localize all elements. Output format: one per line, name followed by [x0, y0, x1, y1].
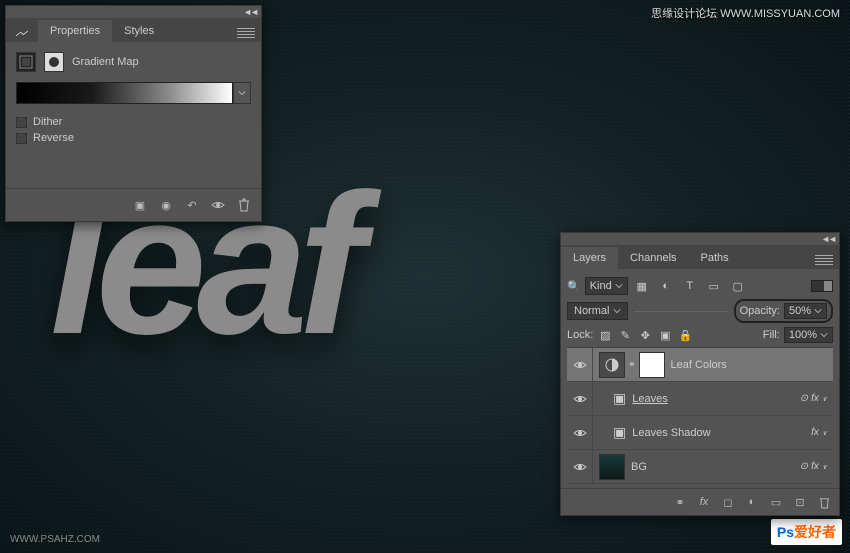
- collapse-icon[interactable]: ◄◄: [821, 234, 835, 244]
- filter-adjustment-icon[interactable]: ◐: [656, 277, 676, 295]
- layer-leaves-shadow[interactable]: ▣ Leaves Shadow fx ∨: [567, 416, 833, 450]
- gradient-dropdown[interactable]: [233, 82, 251, 104]
- layer-mask-icon[interactable]: ◻: [717, 493, 739, 511]
- reset-icon[interactable]: ↶: [181, 195, 203, 215]
- mask-thumb[interactable]: [639, 352, 665, 378]
- layer-style-icon[interactable]: fx: [693, 493, 715, 511]
- lock-artboard-icon[interactable]: ▣: [657, 327, 673, 343]
- filter-kind-select[interactable]: Kind: [585, 277, 628, 295]
- visibility-toggle[interactable]: [567, 416, 593, 449]
- watermark-bottom: WWW.PSAHZ.COM: [10, 534, 100, 545]
- chevron-down-icon: ∨: [822, 429, 827, 437]
- tab-paths[interactable]: Paths: [689, 247, 741, 269]
- chevron-down-icon: ∨: [822, 463, 827, 471]
- tab-layers[interactable]: Layers: [561, 247, 618, 269]
- link-layers-icon[interactable]: ⚭: [669, 493, 691, 511]
- group-icon[interactable]: ▭: [765, 493, 787, 511]
- blend-mode-select[interactable]: Normal: [567, 302, 628, 320]
- delete-icon[interactable]: [233, 195, 255, 215]
- layer-name[interactable]: Leaves Shadow: [632, 427, 811, 439]
- layers-tabs: Layers Channels Paths: [561, 245, 839, 269]
- fill-value-input[interactable]: 100%: [784, 327, 833, 343]
- lock-transparency-icon[interactable]: ▨: [597, 327, 613, 343]
- properties-tabs: Properties Styles: [6, 18, 261, 42]
- view-previous-icon[interactable]: ◉: [155, 195, 177, 215]
- layer-bg[interactable]: BG ⊙ fx ∨: [567, 450, 833, 484]
- visibility-toggle[interactable]: [567, 450, 593, 483]
- adjustment-thumb[interactable]: [599, 352, 625, 378]
- fx-indicator[interactable]: ⊙ fx ∨: [800, 393, 827, 404]
- opacity-control[interactable]: Opacity: 50%: [734, 299, 833, 323]
- layer-name[interactable]: Leaves: [632, 393, 799, 405]
- opacity-label: Opacity:: [740, 305, 780, 317]
- fill-label: Fill:: [763, 329, 780, 341]
- opacity-value[interactable]: 50%: [789, 305, 811, 317]
- mask-button[interactable]: [44, 52, 64, 72]
- tab-channels[interactable]: Channels: [618, 247, 688, 269]
- dither-label: Dither: [33, 116, 62, 128]
- fx-indicator[interactable]: ⊙ fx ∨: [800, 461, 827, 472]
- adjustment-layer-icon[interactable]: ◐: [741, 493, 763, 511]
- gradient-preview[interactable]: [16, 82, 233, 104]
- layer-leaves[interactable]: ▣ Leaves ⊙ fx ∨: [567, 382, 833, 416]
- chevron-down-icon: ∨: [822, 395, 827, 403]
- filter-toggle[interactable]: [811, 280, 833, 292]
- panel-header[interactable]: ◄◄: [561, 233, 839, 245]
- smart-object-icon: ▣: [613, 390, 626, 407]
- tab-properties[interactable]: Properties: [38, 20, 112, 42]
- visibility-toggle[interactable]: [567, 348, 593, 381]
- layers-panel: ◄◄ Layers Channels Paths 🔍 Kind ▦ ◐ T ▭ …: [560, 232, 840, 516]
- adjustment-icon-tab[interactable]: [6, 26, 38, 42]
- reverse-label: Reverse: [33, 132, 74, 144]
- tab-styles[interactable]: Styles: [112, 20, 166, 42]
- panel-menu-button[interactable]: [815, 255, 833, 269]
- layer-leaf-colors[interactable]: ⚭ Leaf Colors: [567, 348, 833, 382]
- layer-thumb[interactable]: [599, 454, 625, 480]
- adjustment-title: Gradient Map: [72, 56, 139, 68]
- link-icon: ⚭: [628, 359, 636, 370]
- filter-smart-icon[interactable]: ▢: [728, 277, 748, 295]
- filter-type-icon[interactable]: T: [680, 277, 700, 295]
- lock-pixels-icon[interactable]: ✎: [617, 327, 633, 343]
- smart-object-icon: ▣: [613, 424, 626, 441]
- new-layer-icon[interactable]: ⊡: [789, 493, 811, 511]
- lock-label: Lock:: [567, 329, 593, 341]
- panel-header[interactable]: ◄◄: [6, 6, 261, 18]
- visibility-toggle[interactable]: [567, 382, 593, 415]
- delete-layer-icon[interactable]: [813, 493, 835, 511]
- fx-indicator[interactable]: fx ∨: [811, 427, 827, 438]
- properties-panel: ◄◄ Properties Styles Gradient Map Dith: [5, 5, 262, 222]
- clip-to-layer-icon[interactable]: ▣: [129, 195, 151, 215]
- adjustment-type-button[interactable]: [16, 52, 36, 72]
- watermark-top: 思缘设计论坛 WWW.MISSYUAN.COM: [651, 5, 840, 21]
- reverse-checkbox[interactable]: [16, 133, 27, 144]
- collapse-icon[interactable]: ◄◄: [243, 7, 257, 17]
- lock-position-icon[interactable]: ✥: [637, 327, 653, 343]
- dither-checkbox[interactable]: [16, 117, 27, 128]
- toggle-visibility-icon[interactable]: [207, 195, 229, 215]
- layer-name[interactable]: BG: [631, 461, 800, 473]
- filter-shape-icon[interactable]: ▭: [704, 277, 724, 295]
- layer-name[interactable]: Leaf Colors: [671, 359, 827, 371]
- lock-all-icon[interactable]: 🔒: [677, 327, 693, 343]
- filter-pixel-icon[interactable]: ▦: [632, 277, 652, 295]
- panel-menu-button[interactable]: [237, 28, 255, 42]
- logo-bottom-right: Ps爱好者: [771, 519, 842, 545]
- search-icon: 🔍: [567, 280, 581, 293]
